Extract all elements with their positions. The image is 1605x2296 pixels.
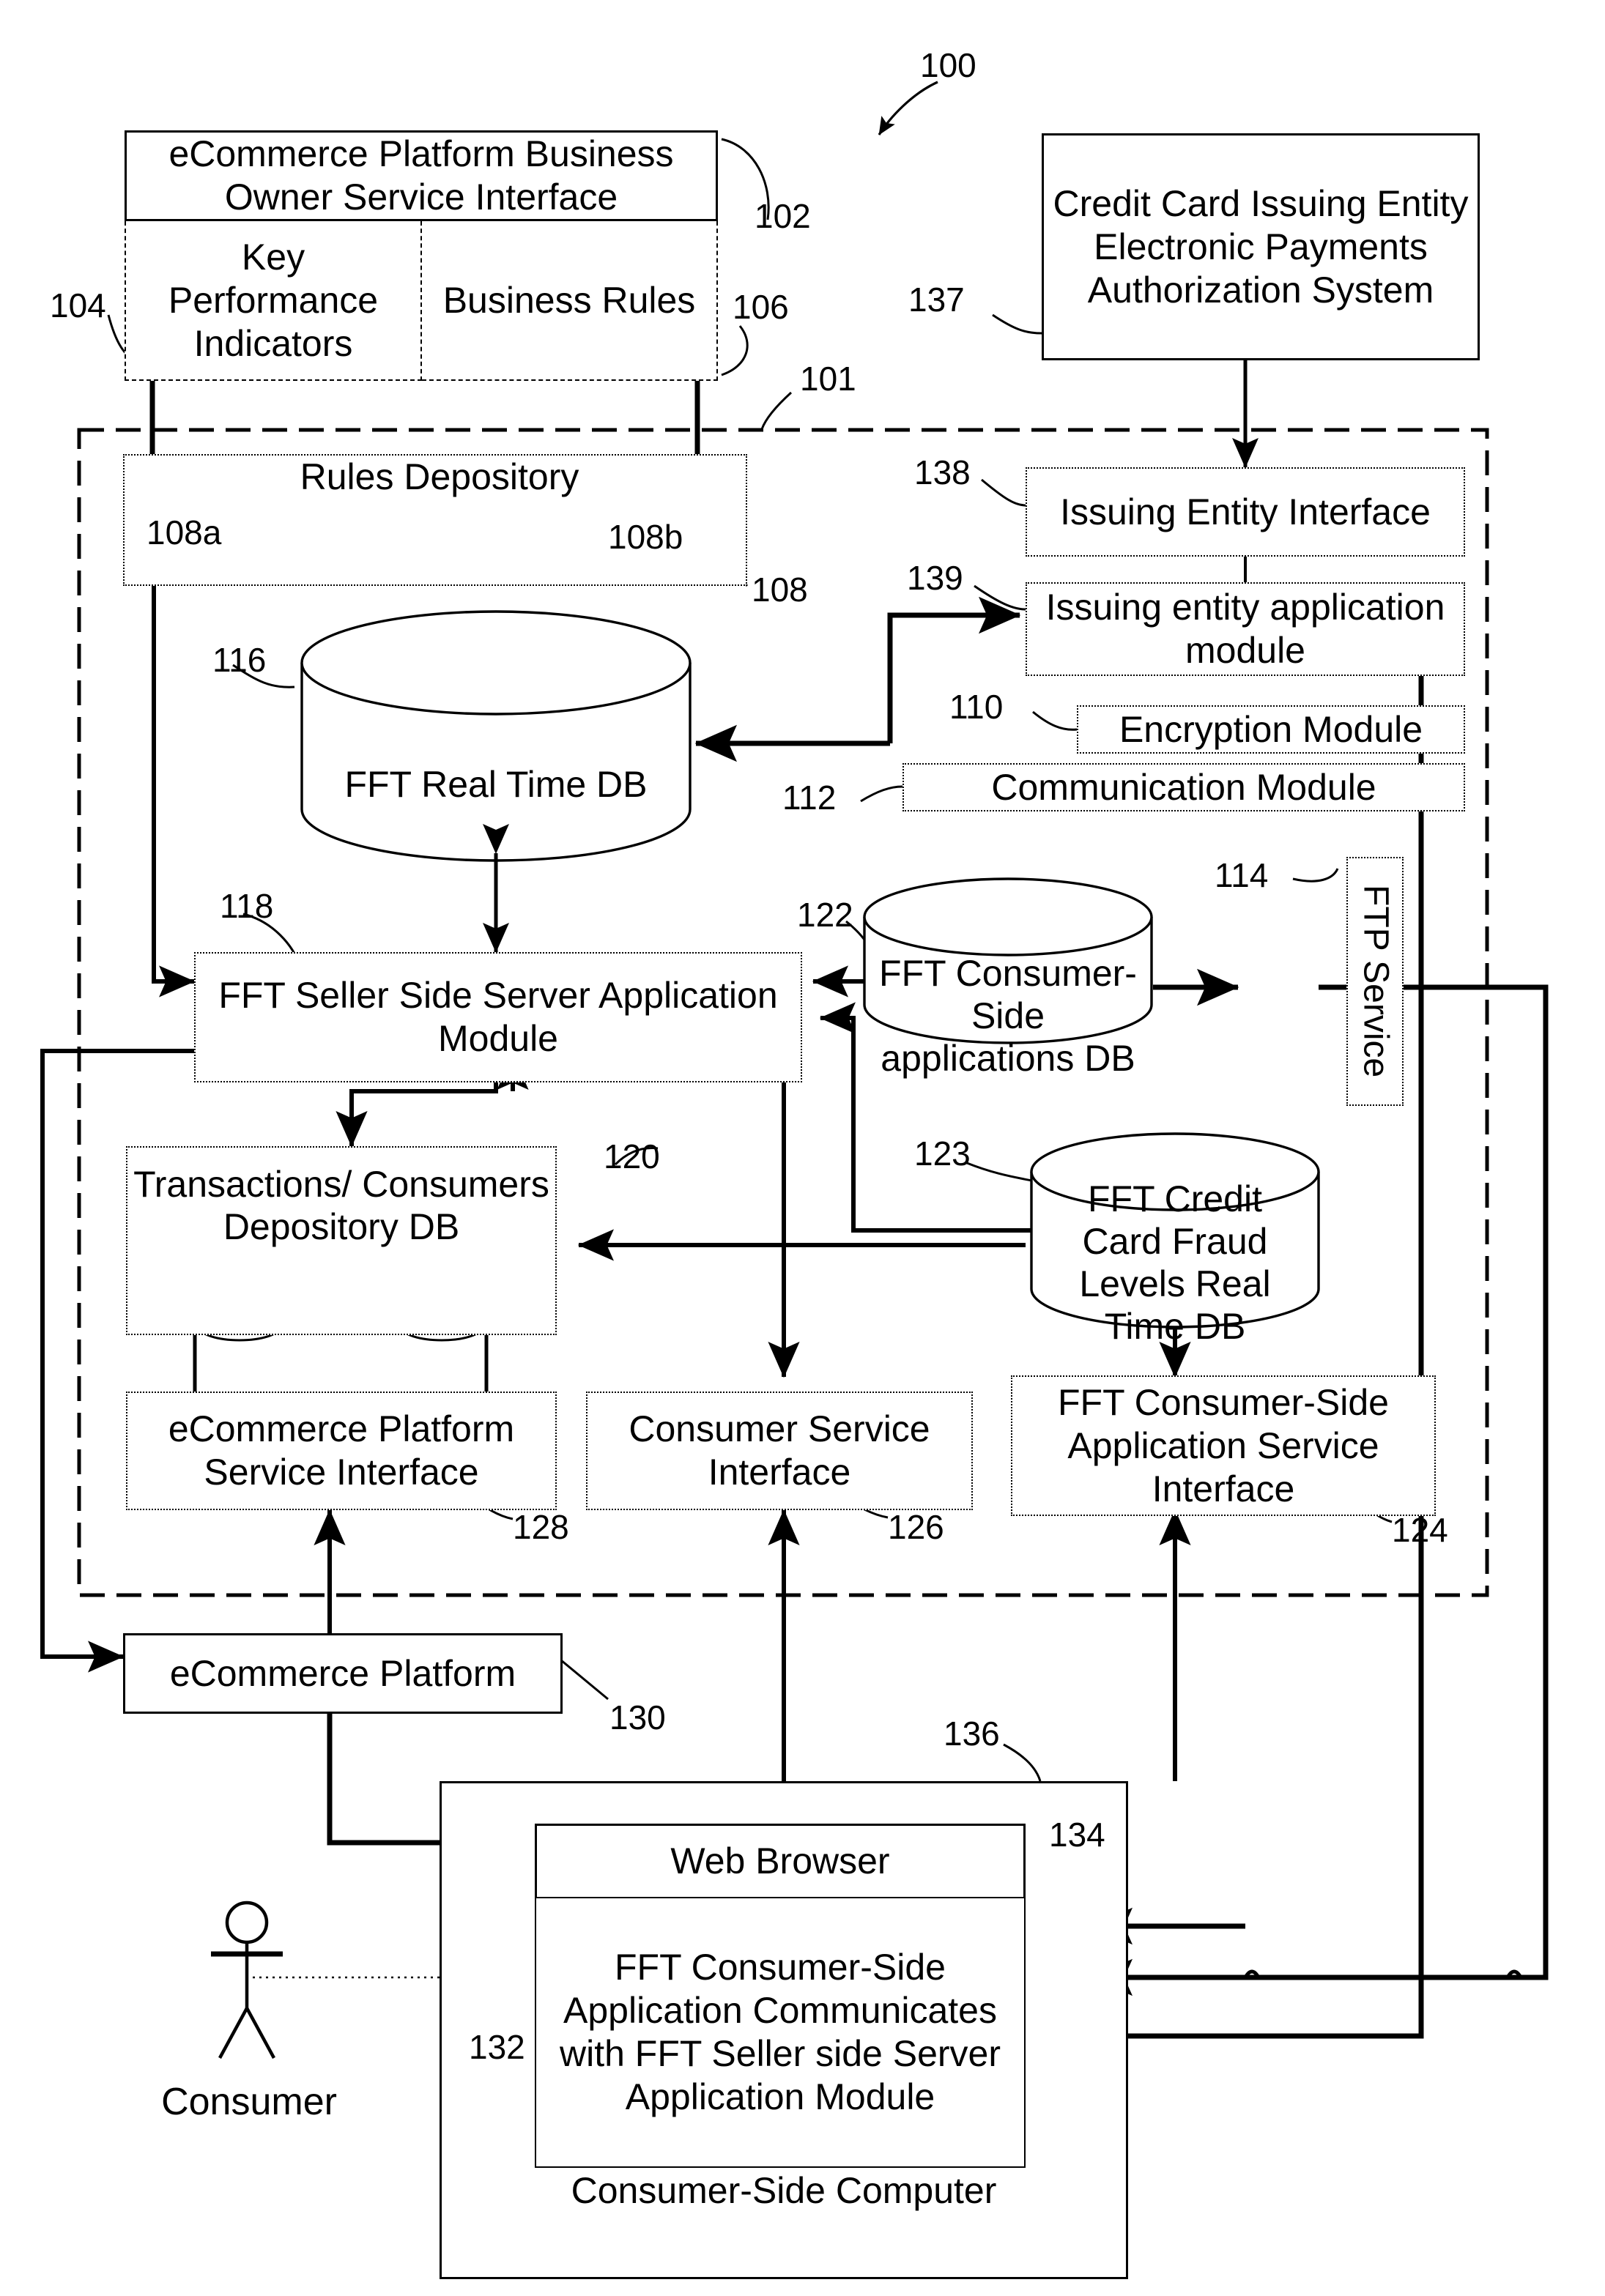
ref-108a: 108a [147,513,222,551]
fft-real-time-db-label: FFT Real Time DB [344,764,648,805]
ref-100: 100 [920,46,976,84]
db-cylinder-fft-real-time [300,610,692,862]
issuing-entity-interface-label: Issuing Entity Interface [1060,491,1431,532]
ecommerce-platform-label: eCommerce Platform [169,1652,516,1694]
ref-112: 112 [782,779,837,817]
fft-consumer-side-application-service-interface-label: FFT Consumer-Side Application Service In… [1058,1381,1389,1509]
credit-card-issuing-entity-box[interactable]: Credit Card Issuing Entity Electronic Pa… [1042,133,1480,360]
ref-123: 123 [914,1134,971,1173]
ref-104: 104 [50,286,106,324]
consumer-service-interface-label: Consumer Service Interface [629,1408,930,1493]
owner-service-interface-box[interactable]: eCommerce Platform Business Owner Servic… [125,130,718,221]
ref-128: 128 [513,1508,569,1546]
business-rules-label: Business Rules [442,279,696,321]
stick-figure-icon [211,1901,283,2059]
issuing-entity-application-module-box[interactable]: Issuing entity application module [1026,582,1465,676]
wire-hop-1 [1243,1969,1261,1979]
ecommerce-platform-service-interface-box[interactable]: eCommerce Platform Service Interface [126,1392,557,1510]
consumer-actor-label: Consumer [161,2081,337,2123]
consumer-service-interface-box[interactable]: Consumer Service Interface [586,1392,973,1510]
ftp-service-label: FTP Service [1356,885,1395,1078]
ref-114: 114 [1215,856,1269,894]
fft-consumer-side-application-label: FFT Consumer-Side Application Communicat… [559,1947,1001,2117]
ecommerce-platform-service-interface-label: eCommerce Platform Service Interface [168,1408,515,1493]
arrow-seller-server-to-platform [40,1049,194,1673]
business-rules-box[interactable]: Business Rules [422,221,718,381]
transactions-consumers-depository-label: Transactions/ Consumers Depository DB [133,1164,549,1247]
key-performance-indicators-box[interactable]: Key Performance Indicators [125,221,422,381]
ref-124: 124 [1392,1511,1448,1549]
fft-seller-side-server-label: FFT Seller Side Server Application Modul… [218,975,778,1059]
ecommerce-platform-box[interactable]: eCommerce Platform [123,1633,563,1714]
ref-132: 132 [469,2028,525,2066]
ref-137: 137 [908,281,965,319]
fft-consumer-side-application-box[interactable]: FFT Consumer-Side Application Communicat… [535,1897,1026,2168]
fft-credit-card-fraud-levels-db-label: FFT Credit Card Fraud Levels Real Time D… [1079,1178,1271,1347]
ref-120: 120 [604,1137,660,1175]
ref-136: 136 [944,1714,1000,1753]
ref-101: 101 [800,360,856,398]
credit-card-issuing-entity-label: Credit Card Issuing Entity Electronic Pa… [1053,182,1469,311]
wire-hop-2 [1505,1969,1523,1979]
key-performance-indicators-label: Key Performance Indicators [168,236,379,364]
web-browser-label: Web Browser [670,1840,890,1881]
ref-126: 126 [888,1508,944,1546]
ref-134: 134 [1049,1816,1105,1854]
ref-122: 122 [797,896,853,934]
arrow-rules-to-seller-server [152,586,196,997]
ref-106: 106 [733,288,789,326]
ftp-service-box[interactable]: FTP Service [1346,857,1404,1106]
fft-consumer-side-application-service-interface-box[interactable]: FFT Consumer-Side Application Service In… [1011,1375,1436,1516]
ref-139: 139 [907,559,963,597]
leader-100 [878,81,938,135]
issuing-entity-interface-box[interactable]: Issuing Entity Interface [1026,467,1465,557]
figure-canvas: eCommerce Platform Business Owner Servic… [0,0,1605,2296]
ref-116: 116 [212,641,267,679]
issuing-entity-application-module-label: Issuing entity application module [1045,587,1445,671]
rules-depository-label: Rules Depository [300,456,579,497]
ref-138: 138 [914,453,971,491]
ref-108b: 108b [608,518,683,556]
encryption-module-box[interactable]: Encryption Module [1077,705,1465,754]
consumer-side-computer-label: Consumer-Side Computer [571,2170,997,2211]
communication-module-label: Communication Module [991,766,1376,808]
ref-110: 110 [949,688,1004,726]
ref-102: 102 [755,197,811,235]
ref-130: 130 [609,1698,666,1736]
fft-consumer-side-applications-db-label: FFT Consumer-Side applications DB [879,953,1137,1079]
ref-108: 108 [752,571,808,609]
fft-seller-side-server-box[interactable]: FFT Seller Side Server Application Modul… [194,952,802,1082]
owner-service-interface-label: eCommerce Platform Business Owner Servic… [168,133,674,218]
communication-module-box[interactable]: Communication Module [902,763,1465,811]
web-browser-box[interactable]: Web Browser [535,1824,1026,1897]
ref-118: 118 [220,887,274,925]
encryption-module-label: Encryption Module [1119,708,1423,750]
